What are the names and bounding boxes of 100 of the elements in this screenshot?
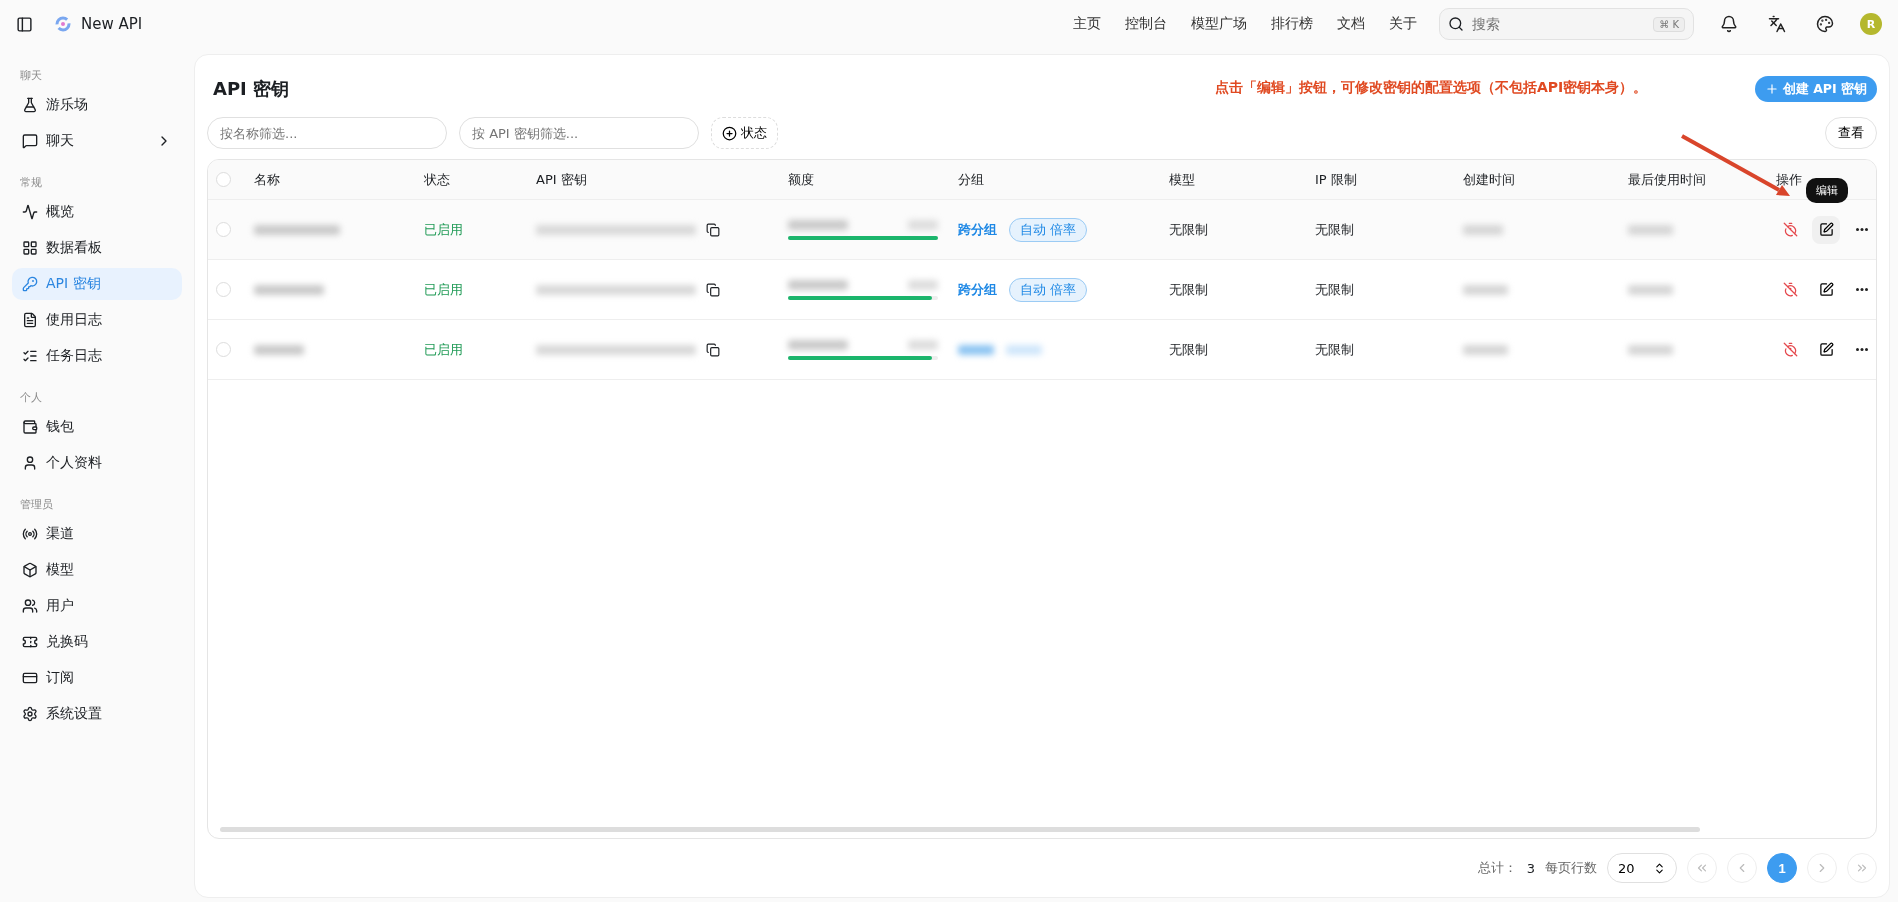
signal-icon [22, 526, 38, 542]
grid-icon [22, 240, 38, 256]
more-icon [1856, 228, 1868, 231]
nav-link[interactable]: 控制台 [1125, 15, 1167, 33]
sidebar-item[interactable]: 使用日志 [12, 304, 182, 336]
sidebar-item[interactable]: 个人资料 [12, 447, 182, 479]
redacted-last-used [1628, 224, 1673, 235]
chat-icon [22, 133, 38, 149]
edit-icon [1818, 222, 1834, 237]
redacted-created [1463, 284, 1508, 295]
redacted-last-used [1628, 344, 1673, 355]
cube-icon [22, 562, 38, 578]
more-icon [1856, 288, 1868, 291]
app-name: New API [81, 15, 143, 33]
status-text: 已启用 [424, 220, 464, 239]
copy-icon[interactable] [706, 342, 720, 357]
updown-icon [1653, 861, 1666, 875]
checklist-icon [22, 348, 38, 364]
select-all-checkbox[interactable] [216, 172, 231, 187]
redacted-limit [908, 339, 938, 350]
user-icon [22, 455, 38, 471]
nav-link[interactable]: 排行榜 [1271, 15, 1313, 33]
redacted-name [254, 344, 304, 355]
key-filter-field[interactable]: 按 API 密钥筛选... [459, 117, 699, 149]
copy-icon[interactable] [706, 222, 720, 237]
wallet-icon [22, 419, 38, 435]
search-bar[interactable]: 搜索 ⌘ K [1439, 8, 1694, 40]
redacted-amount [788, 279, 848, 290]
sidebar-item[interactable]: 游乐场 [12, 89, 182, 121]
nav-link[interactable]: 文档 [1337, 15, 1365, 33]
plus-circle-icon [722, 125, 737, 141]
row-checkbox[interactable] [216, 342, 231, 357]
settings-icon [22, 706, 38, 722]
search-icon [1448, 16, 1464, 32]
redacted-amount [788, 339, 848, 350]
column-header: IP 限制 [1315, 170, 1358, 189]
redacted-amount [788, 219, 848, 230]
sidebar-item[interactable]: 聊天 [12, 125, 182, 157]
users-icon [22, 598, 38, 614]
copy-icon[interactable] [706, 282, 720, 297]
flask-icon [22, 97, 38, 113]
sidebar-item[interactable]: 用户 [12, 590, 182, 622]
model-limit: 无限制 [1169, 340, 1209, 359]
edit-icon [1818, 342, 1834, 357]
sidebar-item[interactable]: 兑换码 [12, 626, 182, 658]
double-right-icon [1855, 861, 1869, 875]
double-left-icon [1695, 861, 1709, 875]
plus-icon [1764, 82, 1779, 96]
nav-link[interactable]: 关于 [1389, 15, 1417, 33]
search-input[interactable]: 搜索 [1470, 15, 1648, 33]
timer-off-icon [1782, 282, 1798, 297]
row-checkbox[interactable] [216, 282, 231, 297]
column-header: 操作 [1776, 170, 1803, 189]
nav-link[interactable]: 主页 [1073, 15, 1101, 33]
ip-limit: 无限制 [1315, 220, 1355, 239]
sidebar-item[interactable]: 系统设置 [12, 698, 182, 730]
row-checkbox[interactable] [216, 222, 231, 237]
section-title: 个人 [19, 390, 43, 406]
sidebar-toggle-icon[interactable] [16, 15, 33, 33]
name-filter-field[interactable]: 按名称筛选... [207, 117, 447, 149]
redacted-group [958, 344, 994, 355]
section-title: 聊天 [19, 68, 43, 84]
timer-off-icon [1782, 342, 1798, 357]
view-button[interactable]: 查看 [1825, 117, 1877, 149]
sidebar-item[interactable]: 模型 [12, 554, 182, 586]
sidebar-item[interactable]: 任务日志 [12, 340, 182, 372]
shortcut-hint: ⌘ K [1653, 16, 1685, 32]
annotation-text: 点击「编辑」按钮，可修改密钥的配置选项（不包括API密钥本身）。 [1215, 79, 1648, 97]
group-link[interactable]: 跨分组 [958, 220, 997, 239]
sidebar-item[interactable]: 渠道 [12, 518, 182, 550]
logo-icon [55, 16, 71, 32]
ratio-tag: 自动 倍率 [1009, 277, 1088, 302]
redacted-tag [1006, 344, 1042, 355]
column-header: API 密钥 [536, 170, 588, 189]
edit-button[interactable] [1812, 215, 1840, 244]
column-header: 状态 [424, 170, 451, 189]
sidebar-item[interactable]: 钱包 [12, 411, 182, 443]
model-limit: 无限制 [1169, 220, 1209, 239]
page-size-select[interactable]: 20 [1607, 853, 1677, 883]
section-title: 管理员 [19, 497, 54, 513]
redacted-last-used [1628, 284, 1673, 295]
timer-off-icon [1782, 222, 1798, 237]
status-filter-button[interactable]: 状态 [711, 117, 778, 149]
scrollbar[interactable] [220, 827, 1700, 832]
group-link[interactable]: 跨分组 [958, 280, 997, 299]
redacted-created [1463, 344, 1508, 355]
column-header: 名称 [254, 170, 281, 189]
redacted-created [1463, 224, 1503, 235]
ip-limit: 无限制 [1315, 280, 1355, 299]
column-header: 分组 [958, 170, 985, 189]
document-icon [22, 312, 38, 328]
card-icon [22, 670, 38, 686]
ratio-tag: 自动 倍率 [1009, 217, 1088, 242]
key-icon [22, 276, 38, 292]
nav-link[interactable]: 模型广场 [1191, 15, 1247, 33]
status-text: 已启用 [424, 340, 464, 359]
sidebar-item[interactable]: 概览 [12, 196, 182, 228]
sidebar-item[interactable]: 数据看板 [12, 232, 182, 264]
sidebar-item[interactable]: 订阅 [12, 662, 182, 694]
page-title: API 密钥 [213, 77, 290, 101]
